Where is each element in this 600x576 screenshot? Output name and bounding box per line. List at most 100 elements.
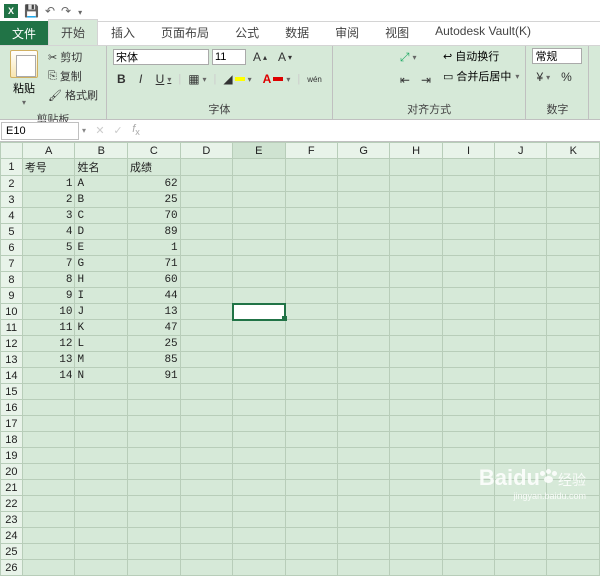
cell-J13[interactable] bbox=[495, 352, 547, 368]
row-header-5[interactable]: 5 bbox=[1, 224, 23, 240]
cell-K22[interactable] bbox=[547, 496, 600, 512]
col-header-D[interactable]: D bbox=[180, 143, 232, 159]
currency-button[interactable]: ¥ bbox=[532, 68, 554, 86]
cell-F1[interactable] bbox=[285, 159, 337, 176]
cell-G4[interactable] bbox=[337, 208, 389, 224]
cell-F18[interactable] bbox=[285, 432, 337, 448]
cell-A25[interactable] bbox=[22, 544, 75, 560]
cell-I12[interactable] bbox=[442, 336, 494, 352]
cell-J26[interactable] bbox=[495, 560, 547, 576]
cell-K6[interactable] bbox=[547, 240, 600, 256]
fill-color-button[interactable]: ◢ bbox=[219, 70, 255, 88]
cell-A18[interactable] bbox=[22, 432, 75, 448]
cell-J17[interactable] bbox=[495, 416, 547, 432]
cell-D23[interactable] bbox=[180, 512, 232, 528]
cell-C6[interactable]: 1 bbox=[128, 240, 181, 256]
cell-A11[interactable]: 11 bbox=[22, 320, 75, 336]
cell-B5[interactable]: D bbox=[75, 224, 128, 240]
cell-E18[interactable] bbox=[233, 432, 285, 448]
cell-C3[interactable]: 25 bbox=[128, 192, 181, 208]
cell-I10[interactable] bbox=[442, 304, 494, 320]
align-right-button[interactable] bbox=[377, 78, 393, 82]
cell-I1[interactable] bbox=[442, 159, 494, 176]
tab-插入[interactable]: 插入 bbox=[98, 19, 148, 45]
cell-C12[interactable]: 25 bbox=[128, 336, 181, 352]
cell-F2[interactable] bbox=[285, 176, 337, 192]
cell-H19[interactable] bbox=[390, 448, 442, 464]
cell-H2[interactable] bbox=[390, 176, 442, 192]
cell-H3[interactable] bbox=[390, 192, 442, 208]
cell-C25[interactable] bbox=[128, 544, 181, 560]
cell-H14[interactable] bbox=[390, 368, 442, 384]
cell-H20[interactable] bbox=[390, 464, 442, 480]
cell-D17[interactable] bbox=[180, 416, 232, 432]
cell-K7[interactable] bbox=[547, 256, 600, 272]
grow-font-button[interactable]: A▴ bbox=[249, 48, 271, 66]
cell-B13[interactable]: M bbox=[75, 352, 128, 368]
cell-K21[interactable] bbox=[547, 480, 600, 496]
cell-K23[interactable] bbox=[547, 512, 600, 528]
row-header-15[interactable]: 15 bbox=[1, 384, 23, 400]
cell-D12[interactable] bbox=[180, 336, 232, 352]
tab-视图[interactable]: 视图 bbox=[372, 19, 422, 45]
cell-G1[interactable] bbox=[337, 159, 389, 176]
cell-H18[interactable] bbox=[390, 432, 442, 448]
row-header-9[interactable]: 9 bbox=[1, 288, 23, 304]
cell-D26[interactable] bbox=[180, 560, 232, 576]
cell-I3[interactable] bbox=[442, 192, 494, 208]
cell-G9[interactable] bbox=[337, 288, 389, 304]
cell-A6[interactable]: 5 bbox=[22, 240, 75, 256]
formula-input[interactable] bbox=[148, 123, 600, 139]
cell-D15[interactable] bbox=[180, 384, 232, 400]
row-header-14[interactable]: 14 bbox=[1, 368, 23, 384]
cell-I24[interactable] bbox=[442, 528, 494, 544]
cell-A5[interactable]: 4 bbox=[22, 224, 75, 240]
cell-F10[interactable] bbox=[285, 304, 337, 320]
font-size-select[interactable] bbox=[212, 49, 246, 65]
cell-B25[interactable] bbox=[75, 544, 128, 560]
cell-C26[interactable] bbox=[128, 560, 181, 576]
col-header-G[interactable]: G bbox=[337, 143, 389, 159]
shrink-font-button[interactable]: A▾ bbox=[274, 48, 296, 66]
qat-customize-icon[interactable] bbox=[77, 4, 82, 18]
cell-B16[interactable] bbox=[75, 400, 128, 416]
cell-J11[interactable] bbox=[495, 320, 547, 336]
wrap-text-button[interactable]: ↩自动换行 bbox=[443, 48, 519, 64]
tab-开始[interactable]: 开始 bbox=[48, 19, 98, 45]
cell-D9[interactable] bbox=[180, 288, 232, 304]
cell-H15[interactable] bbox=[390, 384, 442, 400]
cell-G3[interactable] bbox=[337, 192, 389, 208]
cell-G10[interactable] bbox=[337, 304, 389, 320]
cell-B17[interactable] bbox=[75, 416, 128, 432]
cell-J8[interactable] bbox=[495, 272, 547, 288]
cancel-formula-icon[interactable]: ✕ bbox=[92, 124, 108, 137]
save-icon[interactable]: 💾 bbox=[24, 4, 39, 18]
cell-F17[interactable] bbox=[285, 416, 337, 432]
cell-E14[interactable] bbox=[233, 368, 285, 384]
cell-D1[interactable] bbox=[180, 159, 232, 176]
cell-A7[interactable]: 7 bbox=[22, 256, 75, 272]
cell-A26[interactable] bbox=[22, 560, 75, 576]
italic-button[interactable]: I bbox=[133, 70, 149, 88]
cell-D2[interactable] bbox=[180, 176, 232, 192]
tab-审阅[interactable]: 审阅 bbox=[322, 19, 372, 45]
cell-G8[interactable] bbox=[337, 272, 389, 288]
cell-K9[interactable] bbox=[547, 288, 600, 304]
cell-I20[interactable] bbox=[442, 464, 494, 480]
row-header-24[interactable]: 24 bbox=[1, 528, 23, 544]
row-header-26[interactable]: 26 bbox=[1, 560, 23, 576]
cell-G6[interactable] bbox=[337, 240, 389, 256]
cell-G26[interactable] bbox=[337, 560, 389, 576]
cell-I21[interactable] bbox=[442, 480, 494, 496]
cell-I19[interactable] bbox=[442, 448, 494, 464]
cell-E13[interactable] bbox=[233, 352, 285, 368]
cell-E17[interactable] bbox=[233, 416, 285, 432]
cell-E24[interactable] bbox=[233, 528, 285, 544]
cell-A2[interactable]: 1 bbox=[22, 176, 75, 192]
cell-C1[interactable]: 成绩 bbox=[128, 159, 181, 176]
cell-A4[interactable]: 3 bbox=[22, 208, 75, 224]
cell-D22[interactable] bbox=[180, 496, 232, 512]
cell-H9[interactable] bbox=[390, 288, 442, 304]
cell-J4[interactable] bbox=[495, 208, 547, 224]
cell-F9[interactable] bbox=[285, 288, 337, 304]
